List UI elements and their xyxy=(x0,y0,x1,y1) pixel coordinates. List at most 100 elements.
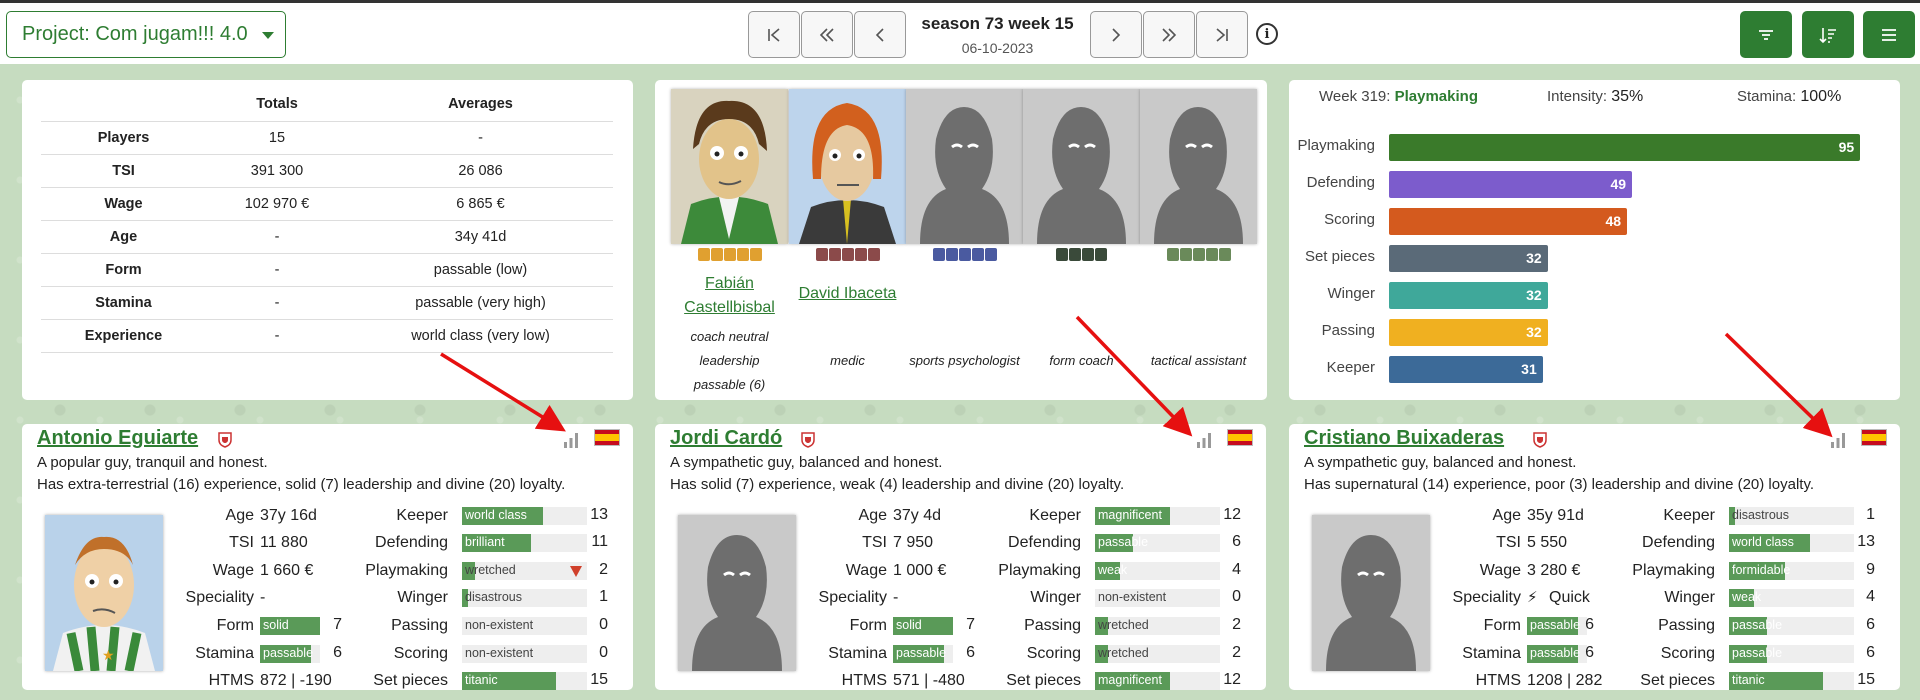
skill-level-label: disastrous xyxy=(1732,508,1789,522)
stat-number: 6 xyxy=(966,644,975,661)
top-bar: Project: Com jugam!!! 4.0 season 73 week… xyxy=(0,0,1920,64)
staff-role: tactical assistant xyxy=(1140,349,1257,373)
table-cell: Experience xyxy=(41,319,206,353)
last-week-button[interactable] xyxy=(1196,11,1248,58)
stat-label: TSI xyxy=(229,534,254,551)
skill-name: Winger xyxy=(1664,589,1715,606)
training-bar-label: Scoring xyxy=(1324,211,1375,228)
training-intensity: Intensity: 35% xyxy=(1547,88,1643,106)
skill-name: Winger xyxy=(397,589,448,606)
training-bar-value: 32 xyxy=(1526,324,1542,340)
skill-number: 12 xyxy=(1223,671,1241,688)
stat-value: 7 950 xyxy=(893,534,934,551)
skip-to-last-icon xyxy=(1216,27,1228,42)
skill-number: 1 xyxy=(599,588,608,605)
skill-bar: weak xyxy=(1729,589,1854,607)
season-indicator: season 73 week 15 06-10-2023 xyxy=(900,14,1095,56)
stat-value: 1208 | 282 xyxy=(1527,672,1603,689)
stat-number: 6 xyxy=(333,644,342,661)
skill-level-label: non-existent xyxy=(465,646,534,660)
previous-week-button[interactable] xyxy=(854,11,906,58)
table-cell: passable (low) xyxy=(348,253,613,287)
sort-button[interactable] xyxy=(1802,11,1854,58)
avatar xyxy=(789,89,906,244)
spain-flag-icon xyxy=(1861,429,1887,446)
tactics-board-icon xyxy=(1179,248,1192,261)
staff-name-line: Castellbisbal xyxy=(684,299,775,316)
player-card: Cristiano Buixaderas A sympathetic guy, b… xyxy=(1289,424,1900,690)
skill-number: 9 xyxy=(1866,561,1875,578)
table-row: Stamina - passable (very high) xyxy=(41,286,613,320)
next-week-button[interactable] xyxy=(1090,11,1142,58)
staff-role-line: leadership xyxy=(699,353,760,368)
training-bar: 95 xyxy=(1389,134,1861,161)
staff-member xyxy=(1140,89,1257,268)
training-bar-row: Keeper 31 xyxy=(1289,354,1900,383)
avatar-silhouette xyxy=(1140,89,1257,244)
stat-value: - xyxy=(893,589,899,606)
stat-value: 5 550 xyxy=(1527,534,1568,551)
training-bar: 31 xyxy=(1389,356,1543,383)
training-bar-label: Playmaking xyxy=(1297,137,1375,154)
stat-value: 1 660 € xyxy=(260,562,314,579)
training-bar-row: Defending 49 xyxy=(1289,169,1900,198)
skill-name: Keeper xyxy=(1029,507,1081,524)
staff-name-link[interactable]: David Ibaceta xyxy=(789,282,906,306)
training-bar-label: Defending xyxy=(1306,174,1375,191)
syringe-icon xyxy=(1095,248,1107,261)
signal-bars-icon[interactable] xyxy=(562,431,580,449)
table-cell: TSI xyxy=(41,154,206,188)
skip-to-first-icon xyxy=(768,27,780,42)
spain-flag-icon xyxy=(1227,429,1253,446)
training-stamina: Stamina: 100% xyxy=(1737,88,1841,106)
team-stats-table: Totals Averages Players 15- TSI 391 300 26 0… xyxy=(41,88,613,353)
player-name-link[interactable]: Cristiano Buixaderas xyxy=(1304,427,1504,450)
training-bar-value: 32 xyxy=(1526,250,1542,266)
table-header-row: Totals Averages xyxy=(41,88,613,122)
staff-name-link[interactable]: Fabián Castellbisbal xyxy=(671,272,788,320)
staff-name-line: Fabián xyxy=(705,275,754,292)
stamina-label: Stamina: xyxy=(1737,88,1797,105)
forward-button[interactable] xyxy=(1143,11,1195,58)
skill-level-label: wretched xyxy=(1098,618,1149,632)
training-bar: 48 xyxy=(1389,208,1628,235)
first-week-button[interactable] xyxy=(748,11,800,58)
staff-panel: Fabián Castellbisbal coach neutral leade… xyxy=(655,80,1267,400)
stat-bar: solid xyxy=(260,617,320,635)
skill-name: Passing xyxy=(391,617,448,634)
player-card: Jordi Cardó A sympathetic guy, balanced a… xyxy=(655,424,1266,690)
training-bar: 32 xyxy=(1389,319,1548,346)
skill-bar: passable xyxy=(1729,617,1854,635)
skill-number: 6 xyxy=(1232,533,1241,550)
training-bar-label: Keeper xyxy=(1326,359,1375,376)
stat-value: 37y 4d xyxy=(893,507,942,524)
stat-bar-label: solid xyxy=(263,618,289,632)
syringe-icon xyxy=(1069,248,1081,261)
stat-label: TSI xyxy=(1496,534,1521,551)
stat-bar-label: solid xyxy=(896,618,922,632)
staff-role-line: passable (6) xyxy=(693,377,766,392)
table-cell: - xyxy=(348,121,613,155)
chevron-left-icon xyxy=(875,27,884,42)
skill-level-label: non-existent xyxy=(1098,590,1167,604)
stat-number: 6 xyxy=(1585,644,1594,661)
info-icon[interactable]: i xyxy=(1256,23,1278,45)
rewind-button[interactable] xyxy=(801,11,853,58)
menu-button[interactable] xyxy=(1863,11,1915,58)
player-name-link[interactable]: Antonio Eguiarte xyxy=(37,427,198,450)
training-bar-row: Set pieces 32 xyxy=(1289,243,1900,272)
project-dropdown[interactable]: Project: Com jugam!!! 4.0 xyxy=(6,11,286,58)
filter-button[interactable] xyxy=(1740,11,1792,58)
stat-label: Age xyxy=(858,507,887,524)
signal-bars-icon[interactable] xyxy=(1829,431,1847,449)
stat-number: 6 xyxy=(1585,616,1594,633)
skill-level-label: formidable xyxy=(1732,563,1791,577)
player-name-link[interactable]: Jordi Cardó xyxy=(670,427,782,450)
skill-number: 2 xyxy=(1232,644,1241,661)
medkit-icon xyxy=(854,248,867,261)
stat-label: HTMS xyxy=(1475,672,1521,689)
stat-number: 7 xyxy=(966,616,975,633)
signal-bars-icon[interactable] xyxy=(1195,431,1213,449)
skill-number: 6 xyxy=(1866,616,1875,633)
stat-label: Speciality xyxy=(1452,589,1521,606)
